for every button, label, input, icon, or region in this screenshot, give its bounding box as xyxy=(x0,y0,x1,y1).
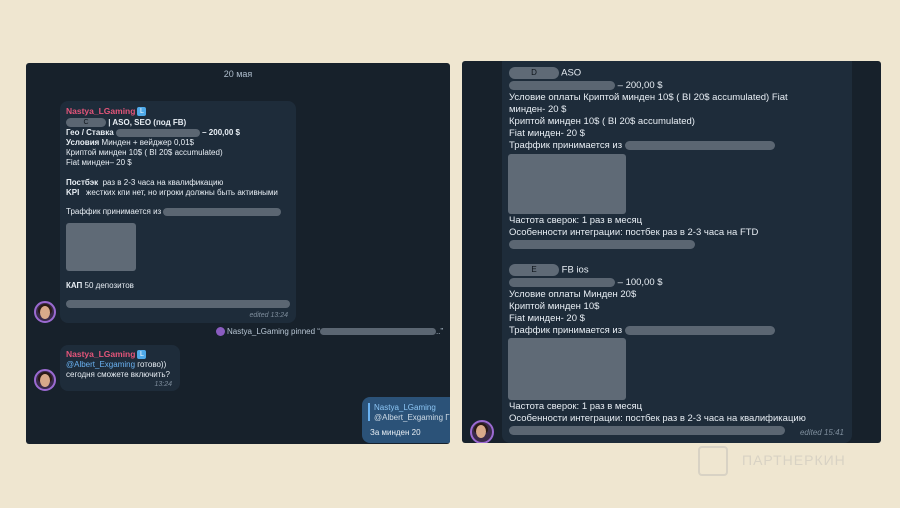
redacted-image xyxy=(508,338,626,400)
offer-e-integr: Особенности интеграции: постбек раз в 2-… xyxy=(509,413,806,424)
crypto-line: Криптой минден 10$ ( BI 20$ accumulated) xyxy=(66,148,223,157)
redacted-traffic xyxy=(163,207,282,216)
mention-link[interactable]: @Albert_Exgaming xyxy=(66,360,135,369)
pinned-notice[interactable]: Nastya_LGaming pinned “ ..” xyxy=(216,327,444,337)
outgoing-text: За минден 20 xyxy=(370,428,421,437)
redacted-footer xyxy=(509,426,785,436)
redacted-traffic xyxy=(624,325,775,335)
message-bubble-reply[interactable]: Nastya_LGaming L @Albert_Exgaming готово)… xyxy=(60,345,180,391)
geo-label: Гео / Ставка xyxy=(66,128,114,137)
badge-icon: L xyxy=(137,350,147,360)
reply-quote-name: Nastya_LGaming xyxy=(374,403,436,412)
message-bubble-offers[interactable]: D ASO – 200,00 $ Условие оплаты Криптой … xyxy=(502,61,852,443)
avatar[interactable] xyxy=(34,369,56,391)
offer-d-freq: Частота сверок: 1 раз в месяц xyxy=(509,215,643,226)
date-separator: 20 мая xyxy=(223,69,253,79)
sender-name[interactable]: Nastya_LGaming xyxy=(66,349,135,359)
pinned-tail: ..” xyxy=(435,327,444,336)
chat-panel-left: 20 мая Nastya_LGaming L C | ASO, SEO (под… xyxy=(26,63,450,444)
offer-e-fiat: Fiat минден- 20 $ xyxy=(509,312,585,324)
edited-timestamp: edited 15:41 xyxy=(799,428,844,437)
offer-e-price: – 100,00 $ xyxy=(617,276,663,288)
postback-label: Постбэк xyxy=(66,178,99,187)
offer-e-crypto: Криптой минден 10$ xyxy=(509,300,600,312)
watermark-text: ПАРТНЕРКИН xyxy=(742,452,846,468)
geo-value: – 200,00 $ xyxy=(202,128,240,137)
badge-icon: L xyxy=(137,107,147,117)
redacted-geo xyxy=(509,80,615,90)
cap-label: КАП xyxy=(66,281,83,290)
fiat-line: Fiat минден– 20 $ xyxy=(66,158,132,167)
cond-value: Минден + вейджер 0,01$ xyxy=(101,138,194,147)
offer-d-traffic: Траффик принимается из xyxy=(509,139,623,151)
redacted-footer xyxy=(509,240,695,250)
redacted-traffic xyxy=(624,140,775,150)
redacted-pinned xyxy=(319,328,436,336)
offer-e-cond: Условие оплаты Минден 20$ xyxy=(509,288,637,300)
pin-icon xyxy=(216,327,225,337)
traffic-label: Траффик принимается из xyxy=(66,207,162,216)
chat-panel-right: D ASO – 200,00 $ Условие оплаты Криптой … xyxy=(462,61,881,443)
offer-d-price: – 200,00 $ xyxy=(617,79,663,91)
cap-value: 50 депозитов xyxy=(84,281,134,290)
redacted-chip: E xyxy=(509,264,559,276)
reply-quote-text: @Albert_Exgaming Г xyxy=(374,413,450,422)
offer-title: | ASO, SEO (под FB) xyxy=(108,118,187,127)
kpi-value: жестких кпи нет, но игроки должны быть а… xyxy=(86,188,278,197)
offer-d-crypto: Криптой минден 10$ ( BI 20$ accumulated) xyxy=(509,115,695,127)
redacted-footer xyxy=(66,300,290,308)
redacted-chip: C xyxy=(66,118,106,128)
pinned-text: Nastya_LGaming pinned “ xyxy=(227,327,320,336)
message-time: 13:24 xyxy=(154,381,172,388)
offer-e-freq: Частота сверок: 1 раз в месяц xyxy=(509,401,643,412)
redacted-image xyxy=(508,154,626,214)
redacted-image xyxy=(66,223,136,271)
offer-d-title: ASO xyxy=(561,67,582,79)
offer-d-cond: Условие оплаты Криптой минден 10$ ( BI 2… xyxy=(509,91,788,103)
kpi-label: KPI xyxy=(66,188,80,197)
message-bubble-offer[interactable]: Nastya_LGaming L C | ASO, SEO (под FB) Ге… xyxy=(60,101,296,323)
offer-e-title: FB ios xyxy=(561,264,589,276)
avatar[interactable] xyxy=(470,420,494,443)
cond-label: Условия xyxy=(66,138,100,147)
redacted-geo xyxy=(115,128,200,137)
sender-name[interactable]: Nastya_LGaming xyxy=(66,106,135,116)
reply-text-1: готово)) xyxy=(137,360,167,369)
outgoing-message[interactable]: Nastya_LGaming @Albert_Exgaming Г За мин… xyxy=(362,397,450,443)
reply-text-2: сегодня сможете включить? xyxy=(66,370,170,379)
logo-icon xyxy=(698,446,728,476)
edited-timestamp: edited 13:24 xyxy=(249,312,288,319)
reply-quote-bar xyxy=(368,403,370,421)
postback-value: раз в 2-3 часа на квалификацию xyxy=(102,178,224,187)
offer-d-fiat: Fiat минден- 20 $ xyxy=(509,127,585,139)
avatar[interactable] xyxy=(34,301,56,323)
redacted-chip: D xyxy=(509,67,559,79)
offer-d-integr: Особенности интеграции: постбек раз в 2-… xyxy=(509,227,759,238)
offer-d-cond2: минден- 20 $ xyxy=(509,103,567,115)
redacted-geo xyxy=(509,277,615,287)
offer-e-traffic: Траффик принимается из xyxy=(509,324,623,336)
